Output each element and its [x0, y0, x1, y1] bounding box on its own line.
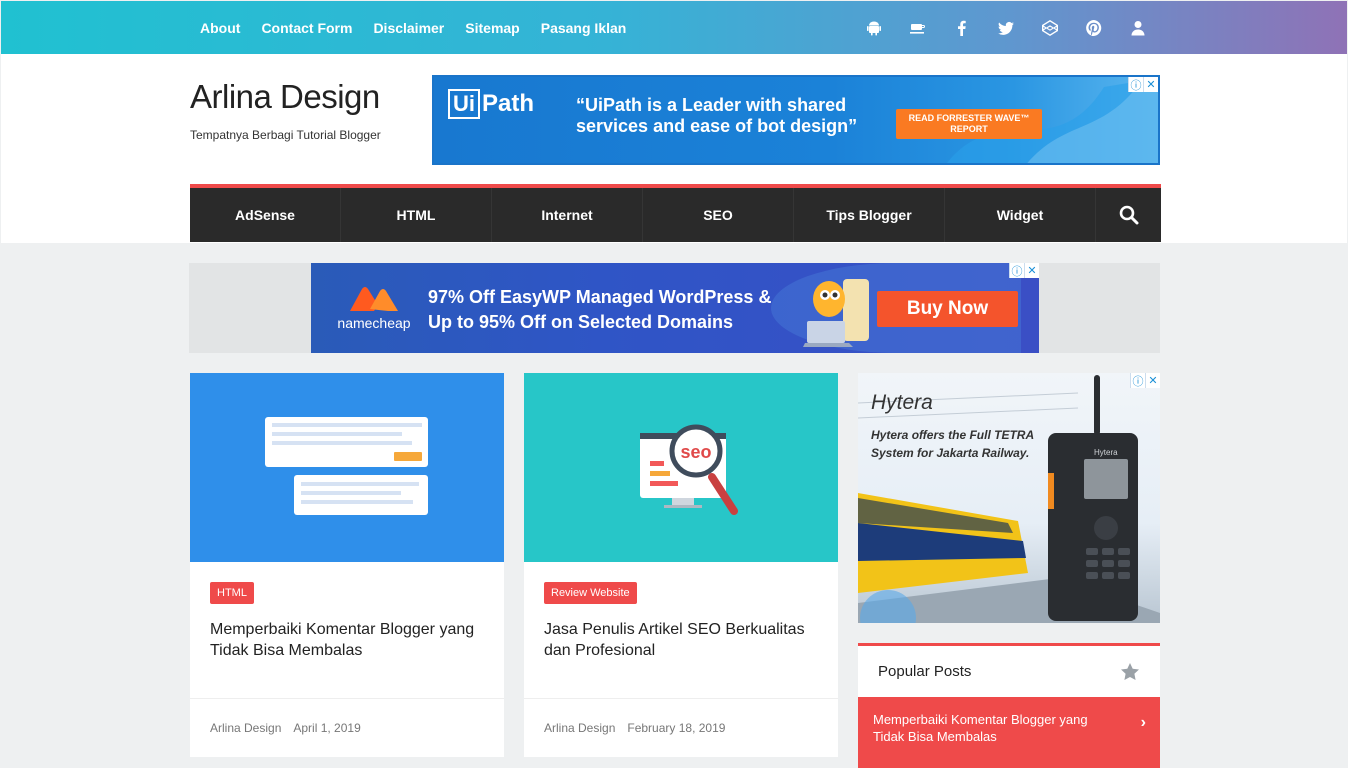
- ad-quote: “UiPath is a Leader with shared services…: [576, 95, 858, 136]
- seo-illustration: seo: [640, 424, 738, 515]
- adchoices-icon[interactable]: ⓘ: [1128, 77, 1143, 92]
- user-icon[interactable]: [1127, 17, 1149, 39]
- post-card[interactable]: seo Review Website Jasa Penulis Artikel …: [524, 373, 838, 757]
- star-icon: [1121, 662, 1139, 680]
- post-meta: Arlina Design April 1, 2019: [190, 698, 504, 757]
- popular-posts-widget: Popular Posts Memperbaiki Komentar Blogg…: [858, 643, 1160, 768]
- search-button[interactable]: [1096, 188, 1161, 242]
- post-author[interactable]: Arlina Design: [210, 721, 281, 735]
- social-links: [863, 1, 1171, 54]
- nav-item-seo[interactable]: SEO: [643, 188, 794, 242]
- top-link-about[interactable]: About: [200, 20, 240, 36]
- codepen-icon[interactable]: [1039, 17, 1061, 39]
- post-title[interactable]: Jasa Penulis Artikel SEO Berkualitas dan…: [544, 619, 824, 661]
- mascot-illustration: [803, 279, 869, 347]
- post-thumbnail[interactable]: seo: [524, 373, 838, 562]
- comment-illustration: [265, 417, 428, 515]
- ad-headline: 97% Off EasyWP Managed WordPress & Up to…: [428, 285, 771, 335]
- top-link-sitemap[interactable]: Sitemap: [465, 20, 519, 36]
- close-icon[interactable]: ✕: [1143, 77, 1158, 92]
- nav-item-tips-blogger[interactable]: Tips Blogger: [794, 188, 945, 242]
- ad-choices[interactable]: ⓘ ✕: [1009, 263, 1039, 278]
- ad-cta-button[interactable]: READ FORRESTER WAVE™ REPORT: [896, 109, 1042, 139]
- post-author[interactable]: Arlina Design: [544, 721, 615, 735]
- adchoices-icon[interactable]: ⓘ: [1130, 373, 1145, 388]
- buy-now-button[interactable]: Buy Now: [877, 291, 1018, 327]
- facebook-icon[interactable]: [951, 17, 973, 39]
- popular-post-item[interactable]: Memperbaiki Komentar Blogger yang Tidak …: [858, 697, 1160, 768]
- site-title[interactable]: Arlina Design: [190, 78, 380, 116]
- ad-headline-line-1: 97% Off EasyWP Managed WordPress &: [428, 287, 772, 307]
- top-link-disclaimer[interactable]: Disclaimer: [373, 20, 444, 36]
- top-link-pasang-iklan[interactable]: Pasang Iklan: [541, 20, 627, 36]
- namecheap-n-icon: [350, 287, 398, 311]
- ad-headline-line-2: Up to 95% Off on Selected Domains: [428, 312, 734, 332]
- site-tagline: Tempatnya Berbagi Tutorial Blogger: [190, 128, 381, 142]
- chevron-right-icon: ›: [1140, 714, 1146, 731]
- top-bar: About Contact Form Disclaimer Sitemap Pa…: [1, 1, 1347, 54]
- nav-item-html[interactable]: HTML: [341, 188, 492, 242]
- ad-banner-uipath[interactable]: Ui Path “UiPath is a Leader with shared …: [432, 75, 1160, 165]
- ad-choices[interactable]: ⓘ ✕: [1128, 77, 1158, 92]
- post-date: February 18, 2019: [627, 721, 726, 735]
- close-icon[interactable]: ✕: [1145, 373, 1160, 388]
- hytera-logo: Hytera: [871, 391, 933, 414]
- nav-item-widget[interactable]: Widget: [945, 188, 1096, 242]
- ad-banner-namecheap[interactable]: namecheap 97% Off EasyWP Managed WordPre…: [311, 263, 1039, 353]
- namecheap-logo: namecheap: [333, 285, 415, 331]
- close-icon[interactable]: ✕: [1024, 263, 1039, 278]
- pinterest-icon[interactable]: [1083, 17, 1105, 39]
- uipath-logo-box: Ui: [448, 89, 480, 119]
- ad-wide-container: namecheap 97% Off EasyWP Managed WordPre…: [189, 263, 1160, 353]
- ad-choices[interactable]: ⓘ ✕: [1130, 373, 1160, 388]
- nav-item-adsense[interactable]: AdSense: [190, 188, 341, 242]
- site-header: Arlina Design Tempatnya Berbagi Tutorial…: [1, 54, 1347, 243]
- search-icon: [1119, 205, 1138, 225]
- radio-brand-label: Hytera: [1094, 448, 1118, 457]
- nav-item-internet[interactable]: Internet: [492, 188, 643, 242]
- ad-text: Hytera offers the Full TETRA System for …: [871, 428, 1034, 460]
- post-date: April 1, 2019: [293, 721, 361, 735]
- twitter-icon[interactable]: [995, 17, 1017, 39]
- post-meta: Arlina Design February 18, 2019: [524, 698, 838, 757]
- post-label[interactable]: Review Website: [544, 582, 637, 604]
- widget-title: Popular Posts: [878, 663, 972, 680]
- top-nav: About Contact Form Disclaimer Sitemap Pa…: [200, 1, 647, 54]
- uipath-logo: Ui Path: [448, 89, 534, 119]
- post-label[interactable]: HTML: [210, 582, 254, 604]
- coffee-icon[interactable]: [907, 17, 929, 39]
- popular-post-title[interactable]: Memperbaiki Komentar Blogger yang Tidak …: [873, 712, 1088, 744]
- adchoices-icon[interactable]: ⓘ: [1009, 263, 1024, 278]
- post-thumbnail[interactable]: [190, 373, 504, 562]
- ad-banner-hytera[interactable]: Hytera Hytera Hytera offers the Full TET…: [858, 373, 1160, 623]
- namecheap-wordmark: namecheap: [337, 315, 411, 331]
- main-nav: AdSense HTML Internet SEO Tips Blogger W…: [190, 184, 1161, 242]
- post-card[interactable]: HTML Memperbaiki Komentar Blogger yang T…: [190, 373, 504, 757]
- seo-text: seo: [680, 442, 711, 462]
- android-icon[interactable]: [863, 17, 885, 39]
- widget-header: Popular Posts: [858, 646, 1160, 697]
- post-title[interactable]: Memperbaiki Komentar Blogger yang Tidak …: [210, 619, 490, 661]
- uipath-logo-text: Path: [482, 90, 535, 117]
- top-link-contact-form[interactable]: Contact Form: [261, 20, 352, 36]
